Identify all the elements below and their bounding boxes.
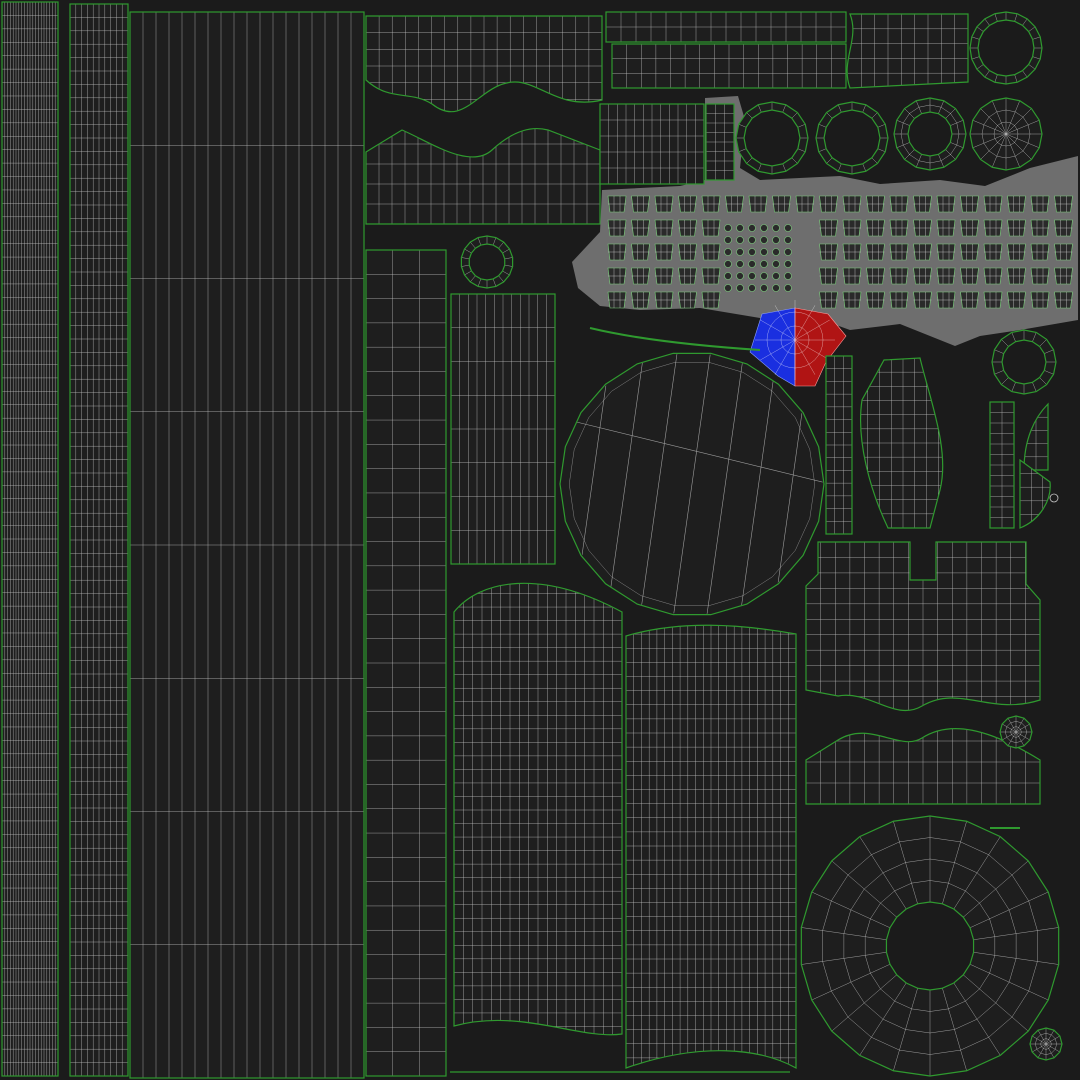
uv-ring-bottom-large [800,815,1060,1077]
uv-ring-row-2 [815,101,889,175]
uv-ring-row-3 [893,97,967,171]
uv-strip-top-mid-b [705,103,735,181]
uv-strip-3 [365,249,447,1077]
uv-column-right [625,624,797,1070]
uv-strip-4 [450,293,556,565]
uv-band-top-c [605,11,847,43]
uv-ring-right-low [999,715,1033,749]
uv-column-left [453,582,623,1036]
uv-strip-top-mid [599,103,705,185]
uv-panel-large [129,11,365,1079]
uv-ring-small-mid [460,235,514,289]
uv-ring-top-right [969,11,1043,85]
uv-strip-right-b [989,401,1015,529]
uv-ring-row-4 [969,97,1043,171]
uv-band-top-e [846,13,969,89]
uv-ring-row-1 [735,101,809,175]
uv-band-top-d [611,43,847,89]
uv-layout-canvas [0,0,1080,1080]
uv-strip-2 [69,3,129,1077]
uv-ring-right-mid [991,329,1057,395]
uv-strip-right-a [825,355,853,535]
uv-strip-1 [1,1,59,1077]
uv-ring-bottom-small [1029,1027,1063,1061]
